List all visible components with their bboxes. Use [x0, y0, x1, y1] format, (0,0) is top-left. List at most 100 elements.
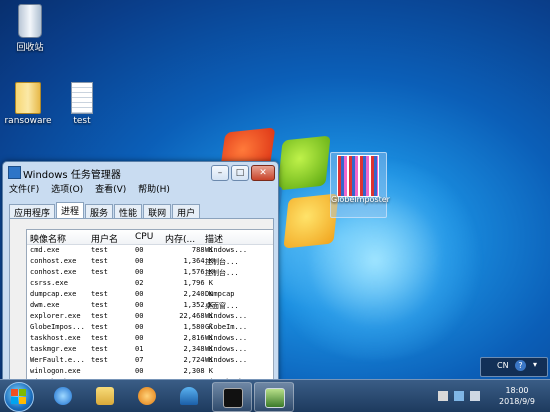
- cell-description: 控制台...: [205, 269, 239, 277]
- globeimposter-icon[interactable]: GlobeImposter: [330, 152, 390, 218]
- process-rows: cmd.exe test 00 788 K Windows... conhost.exe t…: [27, 245, 273, 385]
- cell-cpu: 00: [135, 268, 144, 276]
- cell-description: Dumpcap: [205, 290, 235, 298]
- process-row[interactable]: conhost.exe test 00 1,364 K 控制台...: [27, 256, 273, 267]
- cell-user-name: test: [91, 257, 108, 265]
- minimize-button[interactable]: –: [211, 165, 229, 181]
- text-file-icon[interactable]: test: [52, 82, 112, 126]
- cell-memory: 2,308 K: [183, 367, 213, 375]
- taskbar-media-player-button[interactable]: [128, 382, 166, 410]
- recycle-bin-graphic: [18, 4, 42, 38]
- col-image-name[interactable]: 映像名称: [30, 232, 66, 245]
- cell-user-name: test: [91, 356, 108, 364]
- recycle-bin-label: 回收站: [16, 43, 44, 53]
- process-row[interactable]: dwm.exe test 00 1,352 K 桌面窗...: [27, 300, 273, 311]
- tab-processes[interactable]: 进程: [56, 202, 85, 219]
- language-indicator[interactable]: CN: [497, 361, 509, 370]
- cell-cpu: 00: [135, 246, 144, 254]
- maximize-button[interactable]: □: [231, 165, 249, 181]
- recycle-bin-icon[interactable]: 回收站: [0, 4, 60, 53]
- cell-description: Windows...: [205, 356, 248, 364]
- volume-tray-icon[interactable]: [470, 391, 480, 401]
- col-user-name[interactable]: 用户名: [91, 232, 118, 245]
- cell-image-name: winlogon.exe: [30, 367, 81, 375]
- tab-services[interactable]: 服务: [85, 204, 114, 219]
- wireshark-icon: [180, 387, 198, 405]
- tab-performance[interactable]: 性能: [114, 204, 143, 219]
- cell-image-name: cmd.exe: [30, 246, 60, 254]
- cell-image-name: conhost.exe: [30, 257, 77, 265]
- options-icon[interactable]: ▾: [533, 360, 537, 369]
- cell-description: GlobeIm...: [205, 323, 248, 331]
- cell-cpu: 00: [135, 257, 144, 265]
- taskbar-explorer-button[interactable]: [86, 382, 124, 410]
- process-row[interactable]: taskmgr.exe test 01 2,348 K Windows...: [27, 344, 273, 355]
- menu-file[interactable]: 文件(F): [9, 185, 39, 195]
- menu-help[interactable]: 帮助(H): [138, 185, 170, 195]
- cell-description: Windows...: [205, 345, 248, 353]
- process-row[interactable]: winlogon.exe 00 2,308 K: [27, 366, 273, 377]
- taskbar-cmd-button[interactable]: [212, 382, 252, 412]
- cell-user-name: test: [91, 290, 108, 298]
- menu-options[interactable]: 选项(O): [51, 185, 83, 195]
- title-bar[interactable]: Windows 任务管理器 – □ ✕: [3, 162, 278, 182]
- cell-image-name: GlobeImpos...: [30, 323, 85, 331]
- tray-notification[interactable]: CN ? ▾: [480, 357, 548, 377]
- taskbar: 18:00 2018/9/9: [0, 379, 550, 412]
- process-list[interactable]: 映像名称 用户名 CPU 内存(... 描述 cmd.exe test 00 788 …: [26, 229, 274, 386]
- task-manager-icon: [8, 166, 21, 179]
- tab-users[interactable]: 用户: [172, 204, 201, 219]
- close-button[interactable]: ✕: [251, 165, 275, 181]
- process-row[interactable]: GlobeImpos... test 00 1,580 K GlobeIm...: [27, 322, 273, 333]
- start-orb-yellow: [19, 397, 26, 404]
- tab-applications[interactable]: 应用程序: [9, 204, 56, 219]
- command-prompt-icon: [223, 388, 243, 408]
- cell-cpu: 00: [135, 323, 144, 331]
- tab-networking[interactable]: 联网: [143, 204, 172, 219]
- process-row[interactable]: csrss.exe 02 1,796 K: [27, 278, 273, 289]
- cell-description: 桌面窗...: [205, 302, 239, 310]
- start-button[interactable]: [4, 382, 34, 412]
- text-file-graphic: [71, 82, 93, 114]
- process-row[interactable]: taskhost.exe test 00 2,816 K Windows...: [27, 333, 273, 344]
- start-orb-red: [11, 389, 18, 396]
- cell-cpu: 02: [135, 279, 144, 287]
- col-description[interactable]: 描述: [205, 232, 223, 245]
- file-explorer-icon: [96, 387, 114, 405]
- taskbar-taskmgr-button[interactable]: [254, 382, 294, 412]
- menu-bar: 文件(F) 选项(O) 查看(V) 帮助(H): [3, 182, 278, 195]
- media-player-icon: [138, 387, 156, 405]
- cell-image-name: taskmgr.exe: [30, 345, 77, 353]
- cell-image-name: explorer.exe: [30, 312, 81, 320]
- help-icon[interactable]: ?: [515, 360, 526, 371]
- process-row[interactable]: WerFault.e... test 07 2,724 K Windows...: [27, 355, 273, 366]
- process-row[interactable]: conhost.exe test 00 1,576 K 控制台...: [27, 267, 273, 278]
- col-cpu[interactable]: CPU: [135, 232, 153, 242]
- system-tray: 18:00 2018/9/9: [430, 383, 550, 409]
- folder-graphic: [15, 82, 41, 114]
- internet-explorer-icon: [54, 387, 72, 405]
- cell-cpu: 00: [135, 301, 144, 309]
- menu-view[interactable]: 查看(V): [95, 185, 126, 195]
- process-row[interactable]: explorer.exe test 00 22,468 K Windows...: [27, 311, 273, 322]
- cell-user-name: test: [91, 312, 108, 320]
- cell-cpu: 07: [135, 356, 144, 364]
- cell-description: Windows...: [205, 246, 248, 254]
- clock[interactable]: 18:00 2018/9/9: [492, 385, 542, 407]
- window-title: Windows 任务管理器: [23, 170, 121, 181]
- cell-user-name: test: [91, 323, 108, 331]
- clock-time: 18:00: [505, 386, 529, 395]
- flag-tray-icon[interactable]: [438, 391, 448, 401]
- folder-icon[interactable]: ransoware: [0, 82, 58, 126]
- taskbar-ie-button[interactable]: [44, 382, 82, 410]
- process-row[interactable]: cmd.exe test 00 788 K Windows...: [27, 245, 273, 256]
- globeimposter-label: GlobeImposter: [331, 195, 390, 204]
- cell-user-name: test: [91, 345, 108, 353]
- cell-image-name: csrss.exe: [30, 279, 68, 287]
- taskbar-wireshark-button[interactable]: [170, 382, 208, 410]
- cell-user-name: test: [91, 246, 108, 254]
- network-tray-icon[interactable]: [454, 391, 464, 401]
- process-row[interactable]: dumpcap.exe test 00 2,240 K Dumpcap: [27, 289, 273, 300]
- text-file-label: test: [73, 116, 91, 126]
- cell-description: 控制台...: [205, 258, 239, 266]
